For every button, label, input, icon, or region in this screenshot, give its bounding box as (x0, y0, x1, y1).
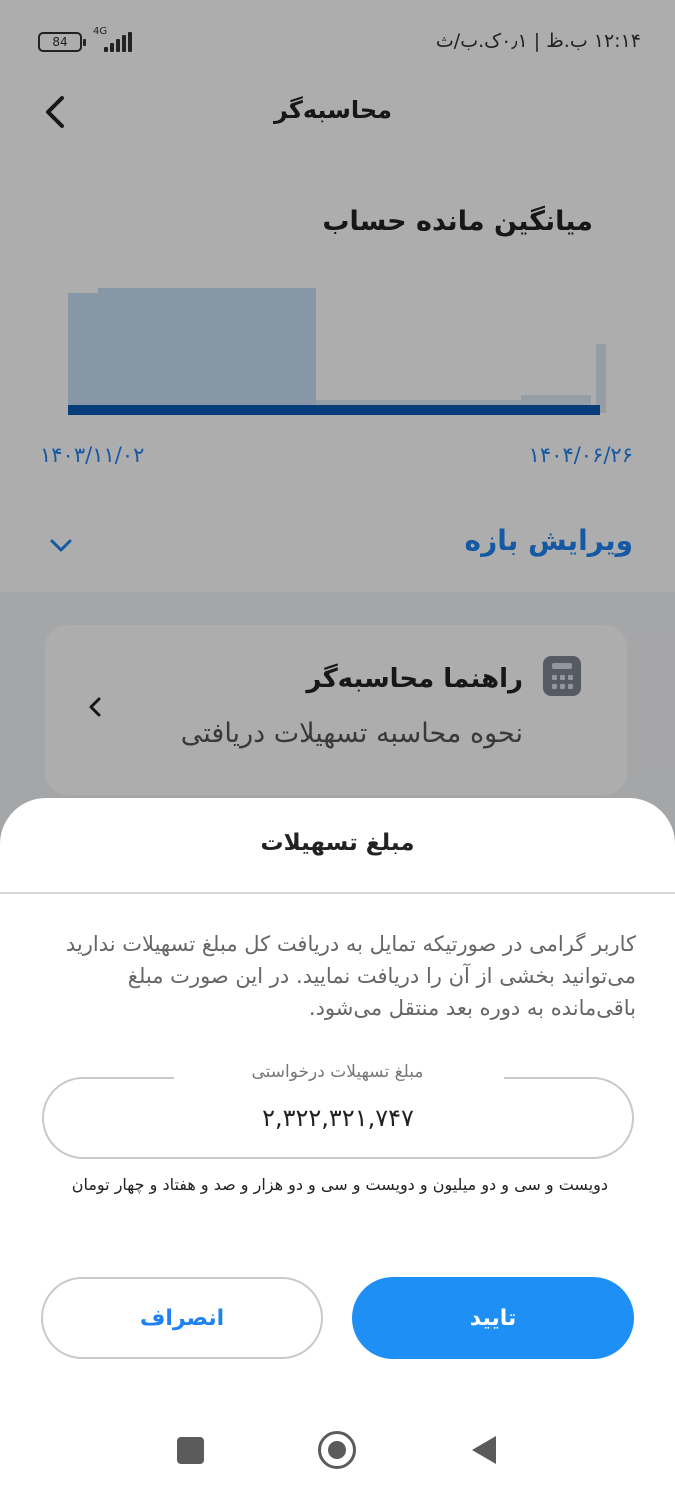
sheet-title: مبلغ تسهیلات (260, 830, 415, 856)
sheet-description: کاربر گرامی در صورتیکه تمایل به دریافت ک… (65, 932, 636, 1020)
loan-amount-label: مبلغ تسهیلات درخواستی (0, 1062, 675, 1082)
nav-back-icon[interactable] (470, 1434, 498, 1466)
loan-amount-label-text: مبلغ تسهیلات درخواستی (237, 1062, 438, 1082)
sheet-divider (0, 892, 675, 894)
amount-in-words: دویست و سی و دو میلیون و دویست و سی و دو… (71, 1175, 608, 1194)
cancel-button[interactable]: انصراف (41, 1277, 323, 1359)
recent-apps-icon[interactable] (177, 1437, 204, 1464)
confirm-button[interactable]: تایید (352, 1277, 634, 1359)
home-icon[interactable] (318, 1431, 356, 1469)
loan-amount-input[interactable] (42, 1077, 634, 1159)
